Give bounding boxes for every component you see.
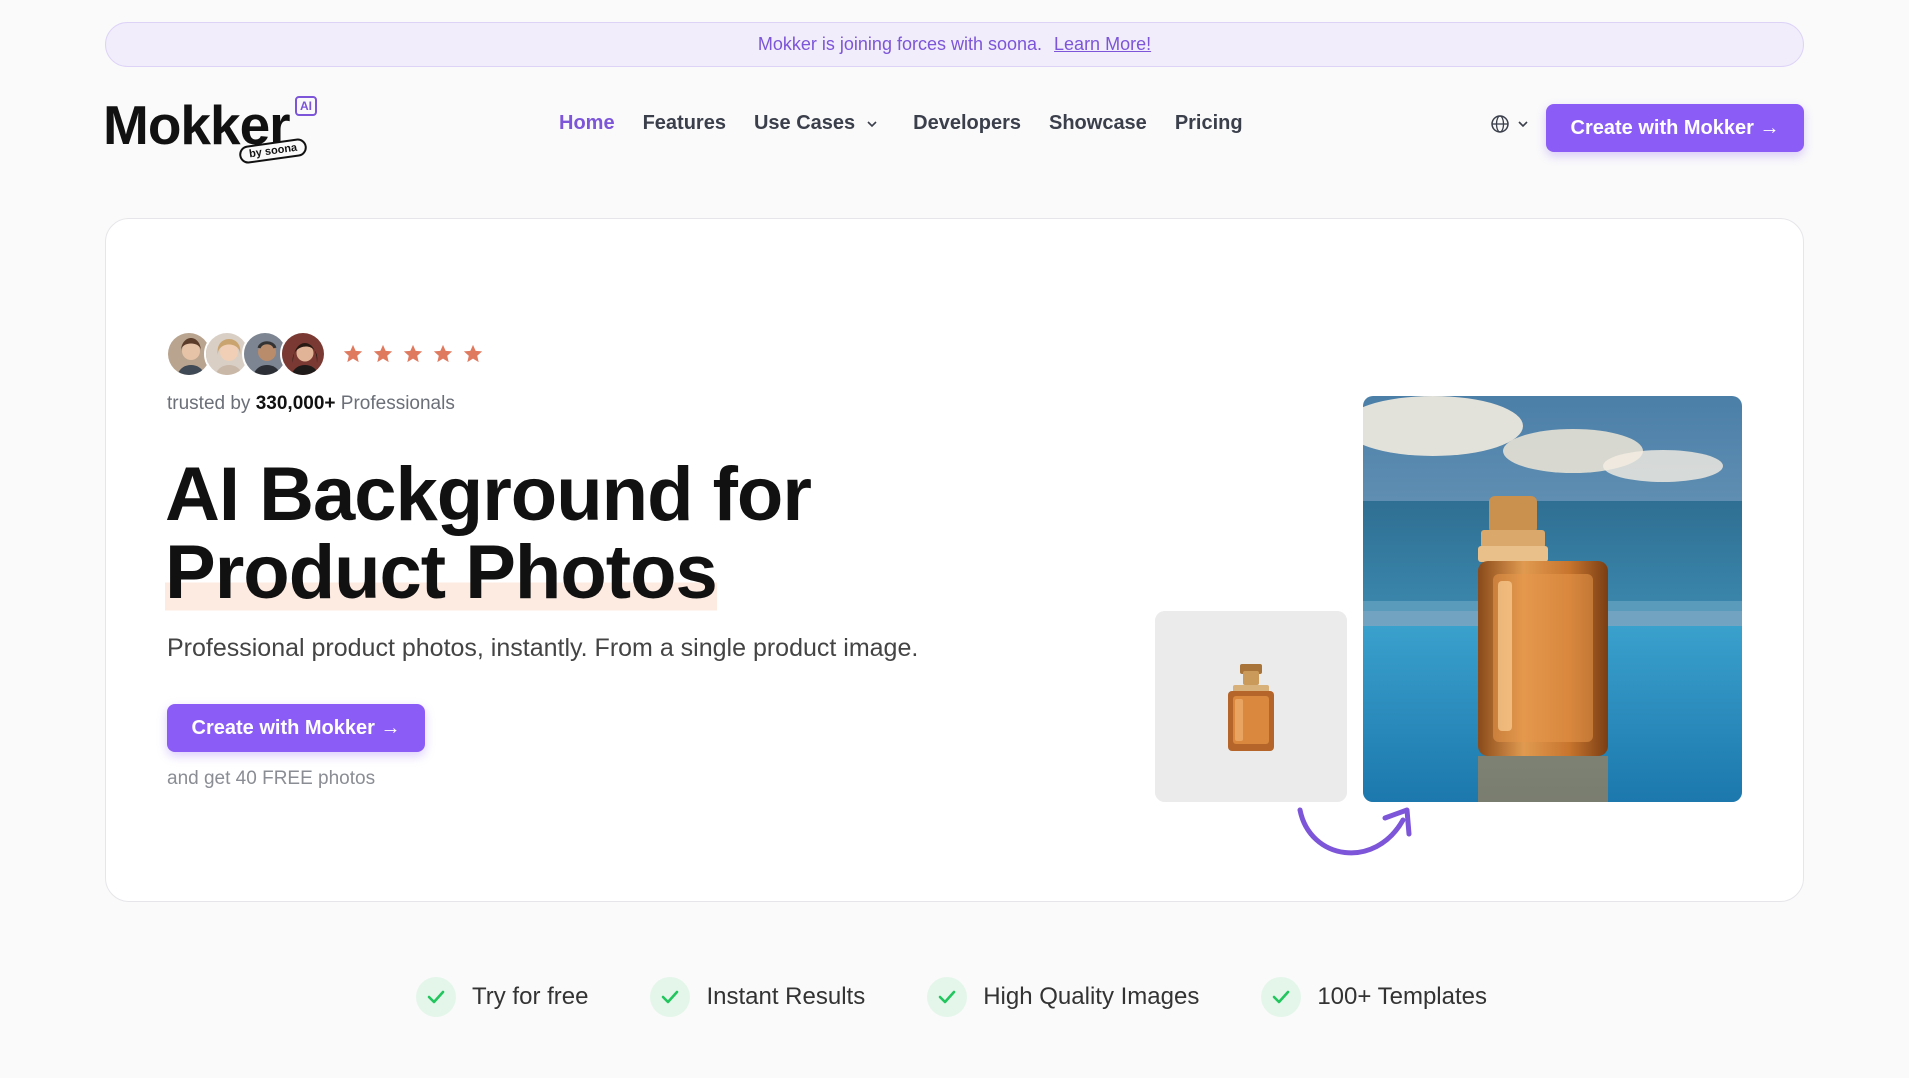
- language-selector[interactable]: [1490, 114, 1530, 134]
- learn-more-link[interactable]: Learn More!: [1054, 34, 1151, 55]
- user-avatars: [166, 331, 326, 377]
- trusted-count: 330,000+: [255, 393, 336, 414]
- feature-item: Instant Results: [650, 977, 865, 1017]
- feature-item: 100+ Templates: [1261, 977, 1487, 1017]
- announcement-banner: Mokker is joining forces with soona. Lea…: [105, 22, 1804, 67]
- star-icon: [463, 344, 483, 363]
- feature-label: High Quality Images: [983, 983, 1200, 1010]
- hero-create-button[interactable]: Create with Mokker →: [167, 704, 425, 752]
- star-icon: [373, 344, 393, 363]
- trusted-by-text: trusted by 330,000+ Professionals: [167, 393, 455, 414]
- star-icon: [433, 344, 453, 363]
- nav-features[interactable]: Features: [643, 112, 726, 135]
- logo[interactable]: Mokker AI by soona: [103, 92, 325, 165]
- star-icon: [403, 344, 423, 363]
- feature-item: High Quality Images: [927, 977, 1199, 1017]
- feature-label: Try for free: [472, 983, 589, 1010]
- header-create-button[interactable]: Create with Mokker →: [1546, 104, 1804, 152]
- banner-text: Mokker is joining forces with soona.: [757, 34, 1043, 54]
- transform-arrow-icon: [1297, 807, 1412, 856]
- hero-title: AI Background for Product Photos: [165, 452, 812, 615]
- rating-stars: [342, 343, 492, 365]
- free-photos-note: and get 40 FREE photos: [167, 768, 376, 789]
- main-nav: Home Features Use Cases Developers Showc…: [559, 112, 1271, 135]
- avatar: [280, 331, 326, 377]
- check-icon: [927, 977, 968, 1017]
- nav-home[interactable]: Home: [559, 112, 615, 135]
- nav-showcase[interactable]: Showcase: [1049, 112, 1147, 135]
- hero-title-highlight: Product Photos: [165, 530, 718, 615]
- feature-list: Try for free Instant Results High Qualit…: [416, 977, 1549, 1017]
- check-icon: [416, 977, 456, 1017]
- nav-pricing[interactable]: Pricing: [1175, 112, 1243, 135]
- logo-ai-badge: AI: [295, 96, 317, 116]
- nav-developers[interactable]: Developers: [913, 112, 1021, 135]
- check-icon: [1261, 977, 1302, 1017]
- star-icon: [343, 344, 363, 363]
- chevron-down-icon: [1518, 121, 1528, 128]
- product-generated-image: [1363, 396, 1742, 802]
- feature-label: Instant Results: [706, 983, 866, 1010]
- chevron-down-icon: [867, 120, 877, 127]
- globe-icon: [1491, 115, 1509, 133]
- product-original-image: [1155, 611, 1347, 802]
- nav-use-cases[interactable]: Use Cases: [754, 112, 879, 135]
- feature-item: Try for free: [416, 977, 588, 1017]
- feature-label: 100+ Templates: [1317, 983, 1487, 1010]
- hero-subtitle: Professional product photos, instantly. …: [167, 634, 919, 662]
- check-icon: [650, 977, 691, 1017]
